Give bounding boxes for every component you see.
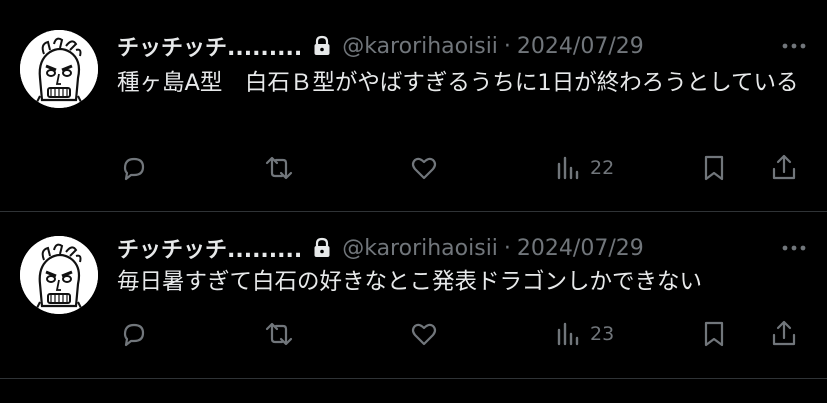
tweet-date[interactable]: 2024/07/29 — [517, 34, 644, 59]
more-icon[interactable] — [779, 34, 809, 58]
share-icon — [772, 320, 796, 346]
tweet-divider — [0, 378, 827, 379]
tweet-2[interactable]: チッチッチ......... @karorihaoisii · 2024/07/… — [0, 212, 827, 378]
tweet-text: 種ヶ島A型 白石Ｂ型がやばすぎるうちに1日が終わろうとしている — [117, 70, 799, 96]
more-icon[interactable] — [779, 236, 809, 260]
display-name[interactable]: チッチッチ......... — [117, 232, 302, 264]
timeline-feed: チッチッチ......... @karorihaoisii · 2024/07/… — [0, 0, 827, 403]
retweet-button[interactable] — [262, 148, 296, 188]
reply-button[interactable] — [117, 148, 151, 188]
views-icon — [557, 322, 579, 346]
reply-icon — [123, 157, 145, 181]
retweet-button[interactable] — [262, 314, 296, 354]
tweet-actions: 23 — [117, 314, 807, 354]
retweet-icon — [265, 156, 293, 180]
user-handle[interactable]: @karorihaoisii — [342, 34, 498, 59]
tweet-header: チッチッチ......... @karorihaoisii · 2024/07/… — [117, 232, 809, 264]
like-button[interactable] — [407, 314, 441, 354]
views-button[interactable]: 22 — [552, 148, 614, 188]
tweet-text: 毎日暑すぎて白石の好きなとこ発表ドラゴンしかできない — [117, 269, 703, 295]
like-icon — [411, 323, 437, 346]
share-button[interactable] — [767, 148, 801, 188]
tweet-1[interactable]: チッチッチ......... @karorihaoisii · 2024/07/… — [0, 0, 827, 212]
like-button[interactable] — [407, 148, 441, 188]
views-count: 22 — [590, 157, 615, 179]
share-icon — [772, 154, 796, 180]
display-name[interactable]: チッチッチ......... — [117, 30, 302, 62]
share-button[interactable] — [767, 314, 801, 354]
views-button[interactable]: 23 — [552, 314, 614, 354]
user-handle[interactable]: @karorihaoisii — [342, 236, 498, 261]
avatar[interactable] — [20, 236, 98, 314]
bookmark-icon — [704, 155, 724, 181]
avatar[interactable] — [20, 30, 98, 108]
avatar-face-illustration — [20, 30, 98, 108]
bookmark-button[interactable] — [697, 314, 731, 354]
tweet-date[interactable]: 2024/07/29 — [517, 236, 644, 261]
views-icon — [557, 156, 579, 180]
views-count: 23 — [590, 323, 615, 345]
bookmark-button[interactable] — [697, 148, 731, 188]
bookmark-icon — [704, 321, 724, 347]
like-icon — [411, 157, 437, 180]
reply-icon — [123, 323, 145, 347]
retweet-icon — [265, 322, 293, 346]
lock-icon — [312, 35, 332, 57]
tweet-actions: 22 — [117, 148, 807, 188]
lock-icon — [312, 237, 332, 259]
reply-button[interactable] — [117, 314, 151, 354]
tweet-header: チッチッチ......... @karorihaoisii · 2024/07/… — [117, 30, 809, 62]
separator-dot: · — [503, 235, 511, 261]
avatar-face-illustration — [20, 236, 98, 314]
separator-dot: · — [503, 33, 511, 59]
